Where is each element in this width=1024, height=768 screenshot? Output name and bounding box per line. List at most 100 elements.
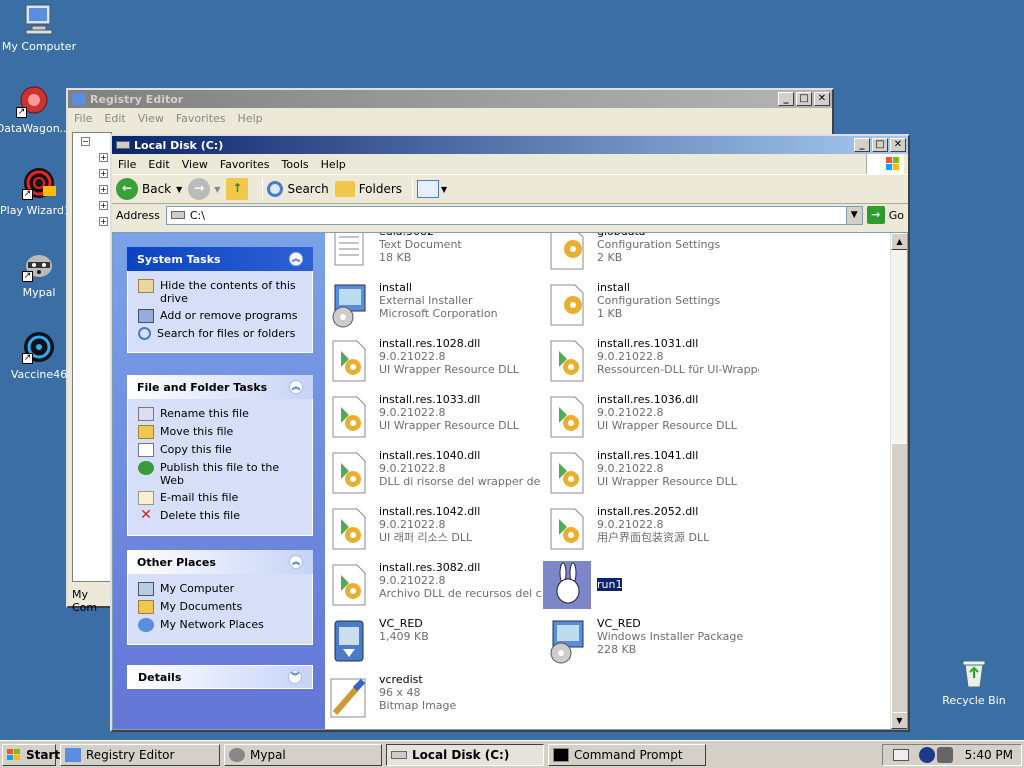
menu-file[interactable]: File xyxy=(112,158,142,171)
tree-expand-box[interactable]: + xyxy=(99,201,108,210)
file-item[interactable]: eula.3082Text Document18 KB xyxy=(325,233,541,279)
menu-favorites[interactable]: Favorites xyxy=(170,112,232,125)
clock[interactable]: 5:40 PM xyxy=(965,748,1013,762)
task-publish-web[interactable]: Publish this file to the Web xyxy=(138,461,302,487)
menu-edit[interactable]: Edit xyxy=(98,112,131,125)
go-button[interactable]: → Go xyxy=(866,206,904,224)
network-status-icon[interactable] xyxy=(918,746,935,763)
file-item[interactable]: install.res.1041.dll 9.0.21022.8 UI Wrappe… xyxy=(543,449,759,503)
file-item[interactable]: install.res.2052.dll 9.0.21022.8 用户界面包装资源 … xyxy=(543,505,759,559)
file-item[interactable]: VC_RED 1,409 KB xyxy=(325,617,541,671)
close-button[interactable]: ✕ xyxy=(890,138,906,152)
task-move[interactable]: Move this file xyxy=(138,425,302,439)
file-item[interactable]: VC_RED Windows Installer Package 228 KB xyxy=(543,617,759,671)
search-button[interactable]: Search xyxy=(267,181,329,197)
menu-favorites[interactable]: Favorites xyxy=(214,158,276,171)
scroll-up-arrow[interactable]: ▲ xyxy=(891,233,907,250)
collapse-chevron-icon[interactable]: ︽ xyxy=(289,555,303,569)
menu-file[interactable]: File xyxy=(68,112,98,125)
tree-expand-box[interactable]: + xyxy=(99,217,108,226)
menu-edit[interactable]: Edit xyxy=(142,158,175,171)
menu-help[interactable]: Help xyxy=(315,158,352,171)
task-add-remove-programs[interactable]: Add or remove programs xyxy=(138,309,302,323)
file-item[interactable]: run1 xyxy=(543,561,759,615)
desktop-icon-my-computer[interactable]: My Computer xyxy=(0,2,78,53)
task-email[interactable]: E-mail this file xyxy=(138,491,302,505)
address-dropdown-button[interactable]: ▼ xyxy=(845,206,862,224)
file-item[interactable]: install.res.1040.dll 9.0.21022.8 DLL di ri… xyxy=(325,449,541,503)
tree-collapse-box[interactable]: − xyxy=(81,137,90,146)
menu-help[interactable]: Help xyxy=(232,112,269,125)
menu-view[interactable]: View xyxy=(176,158,214,171)
task-hide-contents[interactable]: Hide the contents of this drive xyxy=(138,279,302,305)
keyboard-icon[interactable] xyxy=(892,748,909,761)
chevron-down-icon[interactable]: ▼ xyxy=(441,185,447,194)
start-button[interactable]: Start xyxy=(2,743,60,766)
task-search-files[interactable]: Search for files or folders xyxy=(138,327,302,340)
folders-button[interactable]: Folders xyxy=(334,181,402,197)
desktop-icon-label: My Computer xyxy=(1,40,77,53)
task-local-disk[interactable]: Local Disk (C:) xyxy=(386,743,544,766)
file-item[interactable]: install.res.1042.dll 9.0.21022.8 UI 래퍼 리소스… xyxy=(325,505,541,559)
place-my-documents[interactable]: My Documents xyxy=(138,600,302,614)
chevron-down-icon[interactable]: ▼ xyxy=(214,185,220,194)
file-item[interactable]: install External Installer Microsoft Corpo… xyxy=(325,281,541,335)
scroll-thumb[interactable] xyxy=(891,443,907,713)
task-command-prompt[interactable]: Command Prompt xyxy=(548,743,706,766)
maximize-button[interactable]: □ xyxy=(796,92,812,106)
details-header[interactable]: Details ︾ xyxy=(127,665,313,689)
address-input[interactable]: C:\ ▼ xyxy=(165,205,863,225)
minimize-button[interactable]: _ xyxy=(854,138,870,152)
task-delete[interactable]: ✕ Delete this file xyxy=(138,508,302,523)
task-mypal[interactable]: Mypal xyxy=(224,743,382,766)
task-rename[interactable]: Rename this file xyxy=(138,407,302,421)
tree-expand-box[interactable]: + xyxy=(99,153,108,162)
desktop-icon-datawagon[interactable]: ↗ DataWagon... xyxy=(0,84,72,135)
chevron-down-icon[interactable]: ▼ xyxy=(176,185,182,194)
task-label: Add or remove programs xyxy=(160,309,298,322)
registry-tree[interactable]: − + + + + + xyxy=(72,132,112,582)
close-button[interactable]: ✕ xyxy=(814,92,830,106)
menu-tools[interactable]: Tools xyxy=(276,158,315,171)
file-item[interactable]: vcredist 96 x 48 Bitmap Image xyxy=(325,673,541,727)
collapse-chevron-icon[interactable]: ︽ xyxy=(289,380,303,394)
tree-expand-box[interactable]: + xyxy=(99,169,108,178)
place-network[interactable]: My Network Places xyxy=(138,618,302,632)
tree-expand-box[interactable]: + xyxy=(99,185,108,194)
scroll-down-arrow[interactable]: ▼ xyxy=(891,712,907,729)
file-detail-line: 9.0.21022.8 xyxy=(379,350,446,363)
task-copy[interactable]: Copy this file xyxy=(138,443,302,457)
file-item[interactable]: install Configuration Settings 1 KB xyxy=(543,281,759,335)
desktop-icon-recycle-bin[interactable]: Recycle Bin xyxy=(935,656,1013,707)
file-item[interactable]: install.res.3082.dll 9.0.21022.8 Archivo D… xyxy=(325,561,541,615)
explorer-titlebar[interactable]: Local Disk (C:) _ □ ✕ xyxy=(112,136,908,154)
maximize-button[interactable]: □ xyxy=(872,138,888,152)
other-places-header[interactable]: Other Places ︽ xyxy=(127,550,313,574)
forward-button[interactable]: → ▼ xyxy=(188,178,220,200)
explorer-window[interactable]: Local Disk (C:) _ □ ✕ File Edit View Fav… xyxy=(110,134,910,732)
system-tasks-header[interactable]: System Tasks ︽ xyxy=(127,247,313,271)
task-registry-editor[interactable]: Registry Editor xyxy=(60,743,220,766)
expand-chevron-icon[interactable]: ︾ xyxy=(288,670,302,684)
minimize-button[interactable]: _ xyxy=(778,92,794,106)
file-detail-line: UI Wrapper Resource DLL xyxy=(379,363,519,376)
file-tasks-header[interactable]: File and Folder Tasks ︽ xyxy=(127,375,313,399)
panel-body: Hide the contents of this drive Add or r… xyxy=(127,271,313,353)
other-places-panel: Other Places ︽ My Computer My Documents … xyxy=(127,550,313,645)
file-item[interactable]: install.res.1028.dll 9.0.21022.8 UI Wrappe… xyxy=(325,337,541,391)
collapse-chevron-icon[interactable]: ︽ xyxy=(289,252,303,266)
views-button[interactable]: ▼ xyxy=(417,180,447,198)
shield-icon[interactable] xyxy=(936,746,953,763)
my-computer-icon xyxy=(22,2,56,36)
registry-titlebar[interactable]: Registry Editor _ □ ✕ xyxy=(68,90,832,108)
msi-package-icon xyxy=(543,617,591,665)
file-item[interactable]: install.res.1033.dll 9.0.21022.8 UI Wrappe… xyxy=(325,393,541,447)
file-item[interactable]: install.res.1031.dll 9.0.21022.8 Ressource… xyxy=(543,337,759,391)
up-folder-button[interactable]: ↑ xyxy=(226,178,252,200)
menu-view[interactable]: View xyxy=(132,112,170,125)
file-item[interactable]: globdataConfiguration Settings2 KB xyxy=(543,233,759,279)
back-button[interactable]: ← Back ▼ xyxy=(116,178,182,200)
vertical-scrollbar[interactable]: ▲ ▼ xyxy=(890,233,907,729)
place-my-computer[interactable]: My Computer xyxy=(138,582,302,596)
file-item[interactable]: install.res.1036.dll 9.0.21022.8 UI Wrappe… xyxy=(543,393,759,447)
